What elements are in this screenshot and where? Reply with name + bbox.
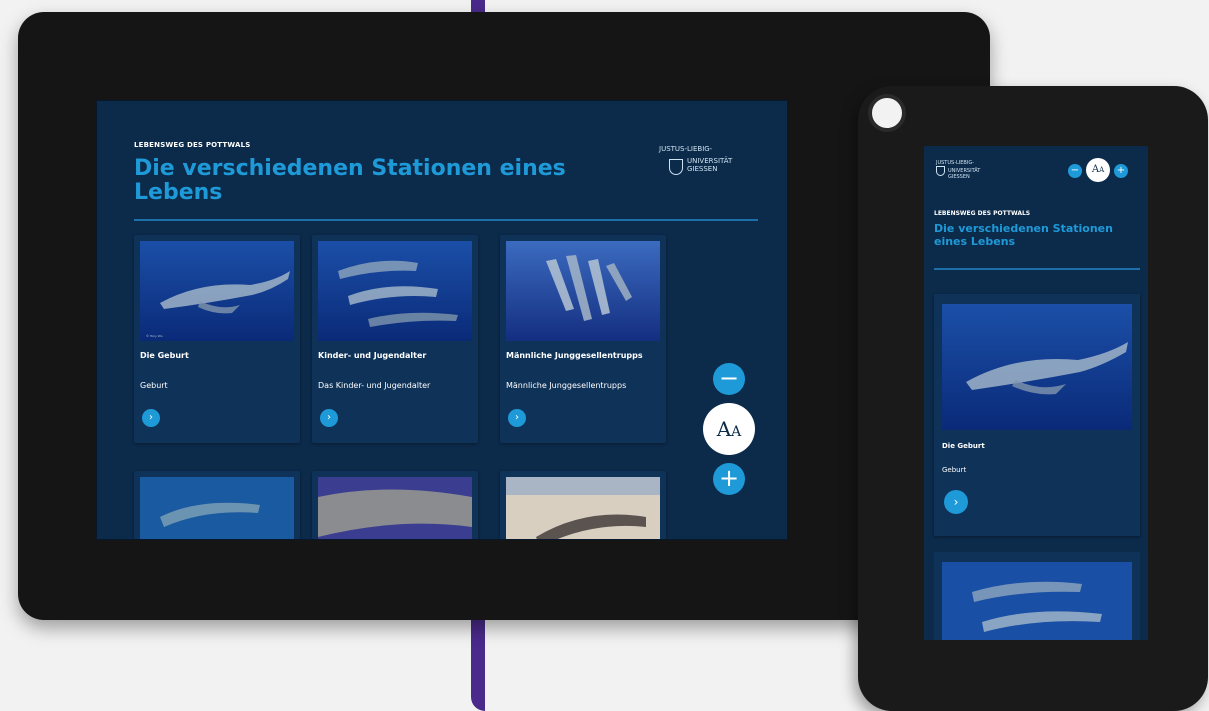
font-decrease-button[interactable]: − <box>713 363 745 395</box>
header-divider <box>934 268 1140 270</box>
chevron-right-icon: › <box>149 412 153 423</box>
font-increase-button[interactable]: + <box>713 463 745 495</box>
chevron-right-icon: › <box>515 412 519 423</box>
svg-text:© Tony Wu: © Tony Wu <box>146 334 163 338</box>
tablet-device: LEBENSWEG DES POTTWALS Die verschiedenen… <box>18 12 990 620</box>
station-card[interactable] <box>934 552 1140 640</box>
chevron-right-icon: › <box>327 412 331 423</box>
card-title: Kinder- und Jugendalter <box>318 351 427 360</box>
card-image-whale-closeup <box>318 477 472 539</box>
font-decrease-button[interactable]: − <box>1068 164 1082 178</box>
station-card[interactable] <box>500 471 666 539</box>
card-subtitle: Geburt <box>140 381 168 390</box>
card-image-whale-bachelors <box>506 241 660 341</box>
page-title: Die verschiedenen Stationen eines Lebens <box>934 222 1113 248</box>
open-station-button[interactable]: › <box>944 490 968 514</box>
card-subtitle: Männliche Junggesellentrupps <box>506 381 627 390</box>
station-card[interactable] <box>134 471 300 539</box>
phone-screen: JUSTUS-LIEBIG- UNIVERSITÄT GIESSEN − AA … <box>924 146 1148 640</box>
font-size-button[interactable]: AA <box>703 403 755 455</box>
card-image-whale-youth <box>318 241 472 341</box>
station-card[interactable]: Kinder- und Jugendalter Das Kinder- und … <box>312 235 478 443</box>
header-divider <box>134 219 758 221</box>
card-image-whale-youth <box>942 562 1132 640</box>
card-image-whale-beach <box>506 477 660 539</box>
shield-icon <box>936 166 945 176</box>
card-image-whale-birth: © Tony Wu <box>140 241 294 341</box>
logo-line-2: UNIVERSITÄT <box>687 157 733 165</box>
card-subtitle: Das Kinder- und Jugendalter <box>318 381 431 390</box>
card-title: Die Geburt <box>942 442 985 450</box>
card-image-whale-pod <box>140 477 294 539</box>
logo-line-3: GIESSEN <box>948 174 970 180</box>
font-size-label-big: A <box>716 417 732 441</box>
tablet-screen: LEBENSWEG DES POTTWALS Die verschiedenen… <box>96 100 788 540</box>
logo-line-1: JUSTUS-LIEBIG- <box>659 145 713 153</box>
font-increase-button[interactable]: + <box>1114 164 1128 178</box>
open-station-button[interactable]: › <box>142 409 160 427</box>
mount-hole <box>868 94 906 132</box>
page-title: Die verschiedenen Stationen eines Lebens <box>134 156 566 205</box>
font-size-button[interactable]: AA <box>1086 158 1110 182</box>
shield-icon <box>669 159 683 175</box>
station-card[interactable]: Die Geburt Geburt › <box>934 294 1140 536</box>
university-logo[interactable]: JUSTUS-LIEBIG- UNIVERSITÄT GIESSEN <box>657 145 757 185</box>
font-size-label-small: A <box>1099 166 1105 174</box>
decor-line-bottom <box>471 615 485 711</box>
logo-line-3: GIESSEN <box>687 165 718 173</box>
card-title: Männliche Junggesellentrupps <box>506 351 643 360</box>
card-image-whale-birth <box>942 304 1132 430</box>
open-station-button[interactable]: › <box>508 409 526 427</box>
font-size-label-small: A <box>731 424 742 440</box>
card-subtitle: Geburt <box>942 466 967 474</box>
university-logo[interactable]: JUSTUS-LIEBIG- UNIVERSITÄT GIESSEN <box>934 160 1014 184</box>
phone-device: JUSTUS-LIEBIG- UNIVERSITÄT GIESSEN − AA … <box>858 86 1208 711</box>
station-card[interactable]: Männliche Junggesellentrupps Männliche J… <box>500 235 666 443</box>
page-kicker: LEBENSWEG DES POTTWALS <box>134 141 251 149</box>
station-card[interactable] <box>312 471 478 539</box>
page-kicker: LEBENSWEG DES POTTWALS <box>934 210 1031 217</box>
chevron-right-icon: › <box>953 495 959 509</box>
font-size-label-big: A <box>1091 164 1100 175</box>
card-title: Die Geburt <box>140 351 189 360</box>
station-card[interactable]: © Tony Wu Die Geburt Geburt › <box>134 235 300 443</box>
open-station-button[interactable]: › <box>320 409 338 427</box>
